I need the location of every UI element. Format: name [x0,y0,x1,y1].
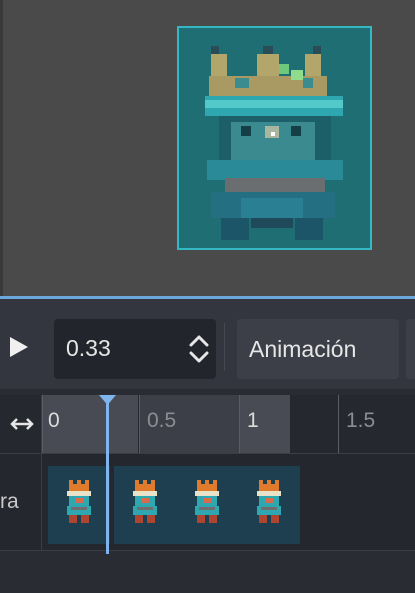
keyframe-1[interactable] [48,466,110,544]
viewport-edge [0,0,3,296]
canvas-viewport[interactable] [0,0,415,296]
knight-frame-icon [195,480,219,523]
animation-panel: 0.33 Animación 0 0.5 1 1.5 ra [0,299,415,593]
knight-frame-icon [67,480,91,523]
keyframe-3[interactable] [176,466,238,544]
updown-chevron-icon[interactable] [187,331,211,367]
sprite-selection[interactable] [177,26,372,250]
timeline-ruler[interactable]: 0 0.5 1 1.5 [0,395,415,453]
time-spinbox[interactable]: 0.33 [54,319,216,379]
track-divider [0,550,415,551]
play-button[interactable] [0,321,40,373]
keyframe-4[interactable] [238,466,300,544]
horizontal-arrows-icon[interactable] [10,415,34,433]
time-value[interactable]: 0.33 [66,335,111,362]
toolbar-next-button[interactable] [406,319,415,379]
animation-toolbar: 0.33 Animación [0,299,415,389]
ruler-tick [139,395,140,453]
animation-menu-button[interactable]: Animación [237,319,399,379]
playhead[interactable] [106,399,109,554]
animation-track[interactable]: ra [0,454,415,550]
ruler-tick [338,395,339,453]
tick-label-0-5: 0.5 [147,409,177,432]
track-label[interactable]: ra [0,490,19,514]
toolbar-divider [224,323,225,371]
tick-label-1-5: 1.5 [346,409,376,432]
track-label-divider [41,454,42,550]
ruler-tick [42,395,43,453]
tick-label-0: 0 [48,409,60,432]
knight-frame-icon [257,480,281,523]
keyframe-2[interactable] [114,466,176,544]
tick-label-1: 1 [247,409,259,432]
knight-frame-icon [133,480,157,523]
knight-sprite-preview [205,46,343,240]
ruler-tick [239,395,240,453]
play-icon [10,337,28,357]
